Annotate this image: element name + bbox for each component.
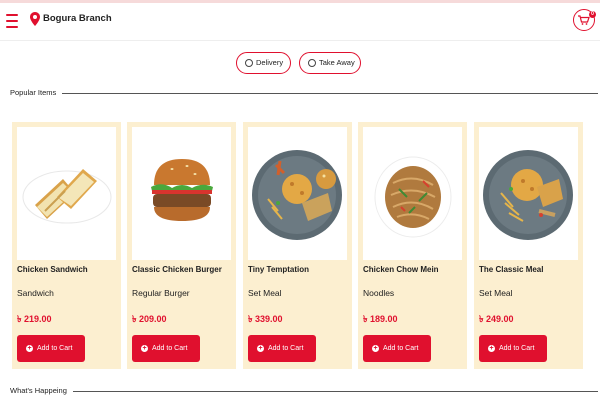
product-card[interactable]: Chicken Chow Mein Noodles ৳ 189.00 + Add…: [358, 122, 467, 369]
plus-icon: +: [372, 345, 379, 352]
product-price: ৳ 209.00: [132, 314, 167, 324]
product-price: ৳ 339.00: [248, 314, 283, 324]
product-category: Noodles: [363, 288, 395, 298]
product-price: ৳ 189.00: [363, 314, 398, 324]
menu-icon[interactable]: [6, 14, 18, 28]
add-to-cart-button[interactable]: + Add to Cart: [132, 335, 200, 362]
product-image: [132, 127, 231, 260]
add-to-cart-button[interactable]: + Add to Cart: [248, 335, 316, 362]
branch-selector[interactable]: Bogura Branch: [43, 13, 112, 24]
popular-items-title: Popular Items: [10, 88, 63, 97]
plus-icon: +: [26, 345, 33, 352]
plus-icon: +: [257, 345, 264, 352]
product-category: Sandwich: [17, 288, 54, 298]
product-name: The Classic Meal: [479, 265, 544, 274]
location-pin-icon: [30, 12, 40, 26]
product-name: Chicken Sandwich: [17, 265, 88, 274]
product-category: Set Meal: [479, 288, 513, 298]
add-to-cart-button[interactable]: + Add to Cart: [479, 335, 547, 362]
delivery-label: Delivery: [256, 58, 284, 67]
product-image: [17, 127, 116, 260]
cart-count-badge: 0: [589, 11, 596, 18]
product-category: Regular Burger: [132, 288, 190, 298]
add-to-cart-label: Add to Cart: [268, 345, 304, 352]
product-image: [479, 127, 578, 260]
add-to-cart-button[interactable]: + Add to Cart: [17, 335, 85, 362]
takeaway-option[interactable]: Take Away: [299, 52, 361, 74]
product-name: Tiny Temptation: [248, 265, 310, 274]
product-image: [363, 127, 462, 260]
product-category: Set Meal: [248, 288, 282, 298]
product-card[interactable]: Tiny Temptation Set Meal ৳ 339.00 + Add …: [243, 122, 352, 369]
add-to-cart-label: Add to Cart: [499, 345, 535, 352]
product-price: ৳ 249.00: [479, 314, 514, 324]
add-to-cart-label: Add to Cart: [37, 345, 73, 352]
whats-happening-title: What's Happeing: [10, 386, 73, 395]
section-divider: [10, 93, 598, 94]
product-name: Classic Chicken Burger: [132, 265, 222, 274]
product-name: Chicken Chow Mein: [363, 265, 439, 274]
plus-icon: +: [488, 345, 495, 352]
delivery-option[interactable]: Delivery: [236, 52, 291, 74]
product-card[interactable]: The Classic Meal Set Meal ৳ 249.00 + Add…: [474, 122, 583, 369]
product-image: [248, 127, 347, 260]
radio-icon: [245, 59, 253, 67]
takeaway-label: Take Away: [319, 58, 355, 67]
add-to-cart-label: Add to Cart: [383, 345, 419, 352]
radio-icon: [308, 59, 316, 67]
app-header: Bogura Branch 0: [0, 3, 600, 41]
add-to-cart-label: Add to Cart: [152, 345, 188, 352]
plus-icon: +: [141, 345, 148, 352]
add-to-cart-button[interactable]: + Add to Cart: [363, 335, 431, 362]
product-card[interactable]: Classic Chicken Burger Regular Burger ৳ …: [127, 122, 236, 369]
product-card[interactable]: Chicken Sandwich Sandwich ৳ 219.00 + Add…: [12, 122, 121, 369]
product-price: ৳ 219.00: [17, 314, 52, 324]
section-divider: [10, 391, 598, 392]
